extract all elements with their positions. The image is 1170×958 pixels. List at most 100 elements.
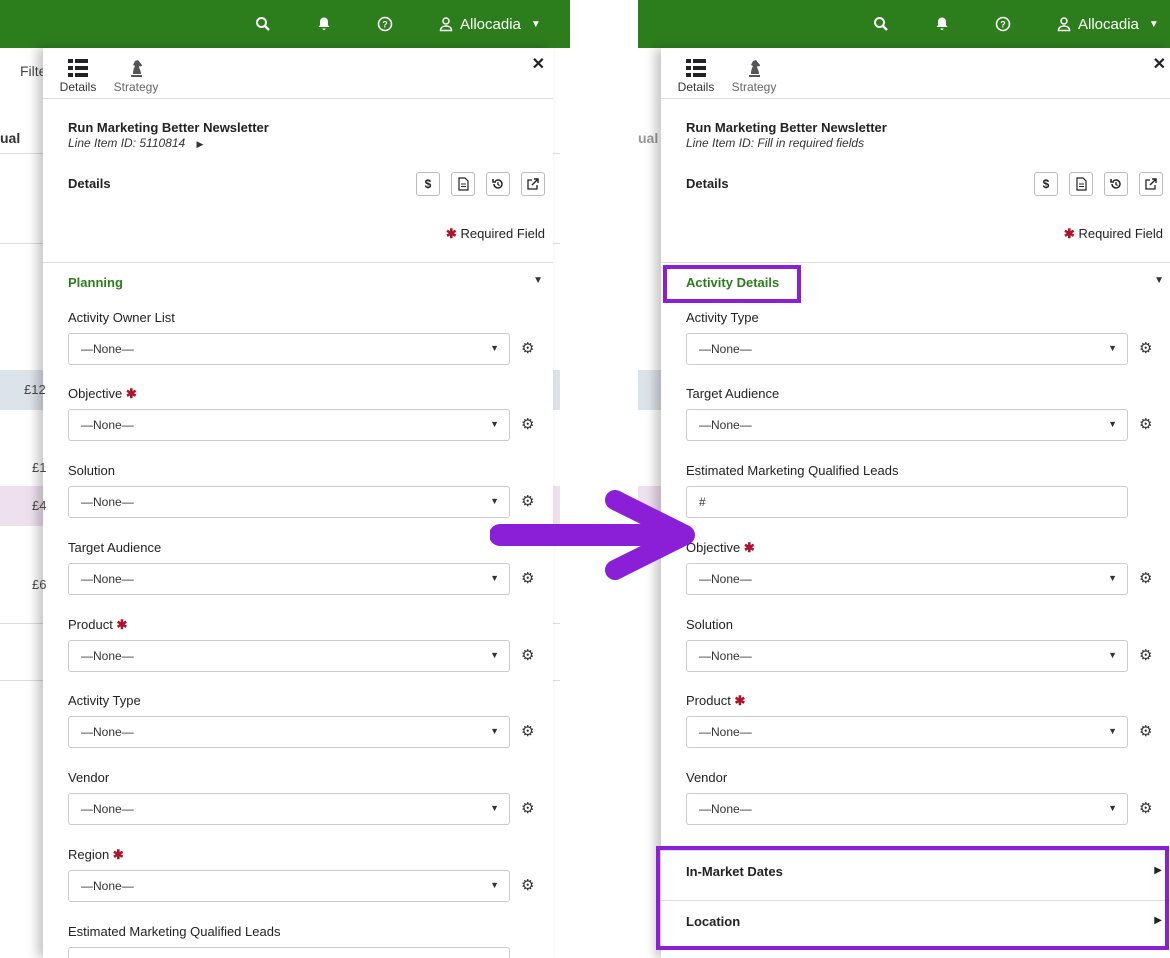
line-item-id: Line Item ID: Fill in required fields — [686, 136, 865, 150]
field-label: Vendor — [68, 770, 110, 785]
dropdown-arrow-icon: ▼ — [1108, 803, 1117, 813]
amount-cell: £6 — [32, 577, 47, 592]
line-item-title: Run Marketing Better Newsletter — [686, 120, 887, 135]
history-icon[interactable] — [1104, 172, 1128, 196]
dropdown-arrow-icon: ▼ — [490, 650, 499, 660]
field-solution: Solution —None— ▼ ⚙ — [68, 463, 534, 518]
gear-icon[interactable]: ⚙ — [1139, 723, 1152, 741]
select-activity-type[interactable]: —None— ▼ — [68, 716, 510, 748]
external-link-icon[interactable] — [521, 172, 545, 196]
help-icon[interactable]: ? — [377, 0, 393, 48]
column-header: ual — [638, 130, 659, 146]
field-region: Region ✱ —None— ▼ ⚙ — [68, 847, 534, 902]
chevron-down-icon[interactable]: ▼ — [533, 275, 543, 286]
line-item-panel: Details Strategy ✕ Run Marketing Better … — [43, 48, 553, 958]
chevron-down-icon[interactable]: ▼ — [1154, 275, 1164, 286]
tab-details[interactable]: Details — [53, 56, 103, 94]
select-activity-owner-list[interactable]: —None— ▼ — [68, 333, 510, 365]
amount-cell: £12 — [24, 382, 46, 397]
top-navbar: ? Allocadia ▼ — [638, 0, 1170, 48]
help-icon[interactable]: ? — [995, 0, 1011, 48]
dollar-icon[interactable]: $ — [416, 172, 440, 196]
tab-strategy[interactable]: Strategy — [111, 56, 161, 94]
required-asterisk-icon: ✱ — [734, 693, 746, 708]
select-vendor[interactable]: —None— ▼ — [68, 793, 510, 825]
toolbar: $ — [416, 172, 545, 196]
details-heading: Details — [686, 176, 729, 191]
input-estimated-mql[interactable]: # — [68, 947, 510, 958]
select-solution[interactable]: —None— ▼ — [68, 486, 510, 518]
gear-icon[interactable]: ⚙ — [1139, 647, 1152, 665]
bell-icon[interactable] — [934, 0, 950, 48]
details-heading: Details — [68, 176, 111, 191]
field-product: Product ✱ —None— ▼ ⚙ — [68, 617, 534, 672]
field-product: Product ✱ —None— ▼ ⚙ — [686, 693, 1152, 748]
gear-icon[interactable]: ⚙ — [521, 340, 534, 358]
user-icon — [439, 17, 453, 32]
gear-icon[interactable]: ⚙ — [521, 800, 534, 818]
gear-icon[interactable]: ⚙ — [521, 416, 534, 434]
gear-icon[interactable]: ⚙ — [521, 647, 534, 665]
required-asterisk-icon: ✱ — [1063, 226, 1075, 241]
gear-icon[interactable]: ⚙ — [1139, 800, 1152, 818]
document-icon[interactable] — [1069, 172, 1093, 196]
close-icon[interactable]: ✕ — [532, 54, 545, 74]
user-menu[interactable]: Allocadia ▼ — [1056, 0, 1159, 48]
select-target-audience[interactable]: —None— ▼ — [686, 409, 1128, 441]
select-target-audience[interactable]: —None— ▼ — [68, 563, 510, 595]
tab-details[interactable]: Details — [671, 56, 721, 94]
external-link-icon[interactable] — [1139, 172, 1163, 196]
dropdown-arrow-icon: ▼ — [490, 803, 499, 813]
user-menu[interactable]: Allocadia ▼ — [438, 0, 541, 48]
user-name: Allocadia — [460, 15, 521, 33]
chevron-right-icon[interactable]: ▶ — [197, 139, 204, 149]
document-icon[interactable] — [451, 172, 475, 196]
select-solution[interactable]: —None— ▼ — [686, 640, 1128, 672]
dropdown-arrow-icon: ▼ — [1108, 726, 1117, 736]
search-icon[interactable] — [873, 0, 889, 48]
tab-strategy[interactable]: Strategy — [729, 56, 779, 94]
transition-arrow-icon — [490, 490, 695, 580]
tab-strategy-label: Strategy — [113, 80, 159, 94]
section-planning[interactable]: Planning — [68, 275, 123, 290]
after-screenshot: ? Allocadia ▼ ual Details Strategy ✕ Run … — [638, 0, 1170, 958]
select-objective[interactable]: —None— ▼ — [68, 409, 510, 441]
field-label: Solution — [686, 617, 733, 632]
svg-text:?: ? — [1000, 20, 1006, 30]
gear-icon[interactable]: ⚙ — [1139, 416, 1152, 434]
select-vendor[interactable]: —None— ▼ — [686, 793, 1128, 825]
select-region[interactable]: —None— ▼ — [68, 870, 510, 902]
user-name: Allocadia — [1078, 15, 1139, 33]
field-label: Estimated Marketing Qualified Leads — [686, 463, 899, 478]
line-item-id: Line Item ID: 5110814 ▶ — [68, 136, 204, 150]
search-icon[interactable] — [255, 0, 271, 48]
top-navbar: ? Allocadia ▼ — [0, 0, 570, 48]
field-target-audience: Target Audience —None— ▼ ⚙ — [68, 540, 534, 595]
gear-icon[interactable]: ⚙ — [521, 723, 534, 741]
bell-icon[interactable] — [316, 0, 332, 48]
close-icon[interactable]: ✕ — [1153, 54, 1166, 74]
required-asterisk-icon: ✱ — [116, 617, 128, 632]
chevron-down-icon: ▼ — [1148, 18, 1159, 30]
required-asterisk-icon: ✱ — [743, 540, 755, 555]
gear-icon[interactable]: ⚙ — [1139, 340, 1152, 358]
line-item-panel: Details Strategy ✕ Run Marketing Better … — [661, 48, 1170, 958]
gear-icon[interactable]: ⚙ — [521, 877, 534, 895]
user-icon — [1057, 17, 1071, 32]
select-objective[interactable]: —None— ▼ — [686, 563, 1128, 595]
dollar-icon[interactable]: $ — [1034, 172, 1058, 196]
field-vendor: Vendor —None— ▼ ⚙ — [68, 770, 534, 825]
field-estimated-mql: Estimated Marketing Qualified Leads # — [686, 463, 1128, 518]
gear-icon[interactable]: ⚙ — [1139, 570, 1152, 588]
field-label: Activity Type — [686, 310, 759, 325]
column-header: ual — [0, 130, 21, 146]
input-estimated-mql[interactable]: # — [686, 486, 1128, 518]
tab-details-label: Details — [677, 80, 715, 94]
select-product[interactable]: —None— ▼ — [686, 716, 1128, 748]
history-icon[interactable] — [486, 172, 510, 196]
select-activity-type[interactable]: —None— ▼ — [686, 333, 1128, 365]
select-product[interactable]: —None— ▼ — [68, 640, 510, 672]
dropdown-arrow-icon: ▼ — [1108, 419, 1117, 429]
field-label: Target Audience — [686, 386, 780, 401]
list-icon — [686, 59, 706, 77]
